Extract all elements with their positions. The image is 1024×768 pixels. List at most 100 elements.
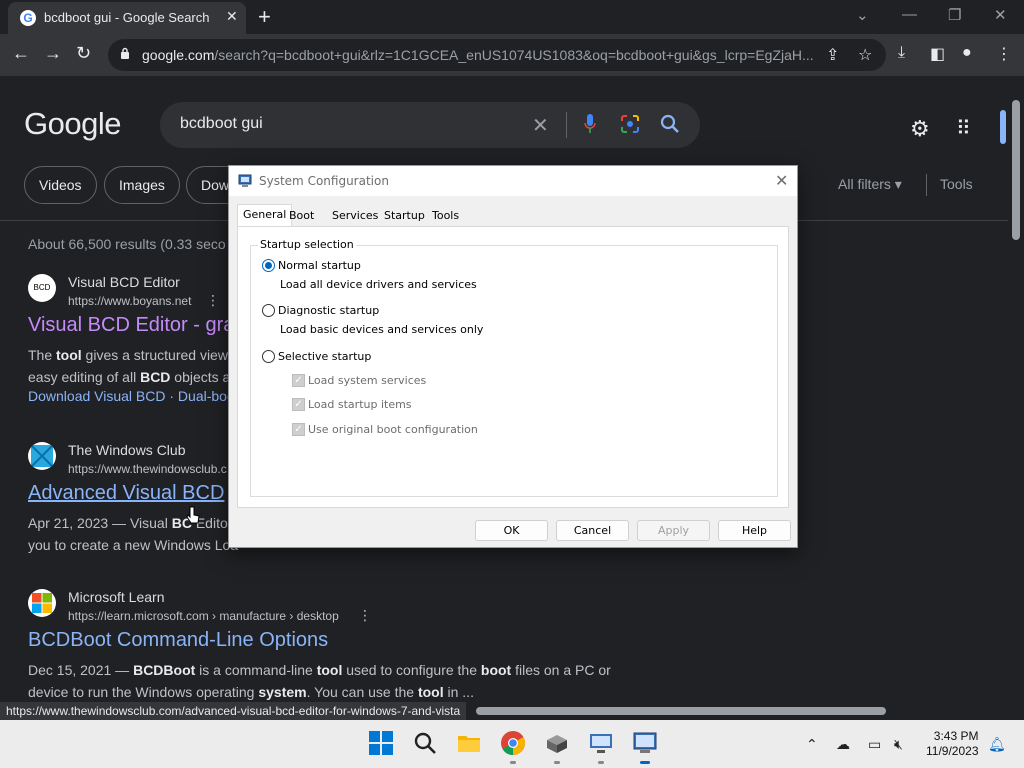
taskbar-clock[interactable]: 3:43 PM 11/9/2023 [926, 729, 979, 759]
clock-time: 3:43 PM [933, 729, 979, 743]
normal-startup-radio[interactable] [262, 259, 275, 272]
bcd-favicon-icon: BCD [28, 274, 56, 302]
diagnostic-startup-radio[interactable] [262, 304, 275, 317]
result-cite[interactable]: https://www.boyans.net [68, 294, 191, 308]
bookmark-star-icon[interactable]: ☆ [858, 45, 872, 65]
snippet-text: . You can use the [306, 684, 418, 700]
browser-tab[interactable]: G bcdboot gui - Google Search ✕ [8, 2, 246, 34]
filter-chip-videos[interactable]: Videos [24, 166, 97, 204]
result-site-name[interactable]: Microsoft Learn [68, 589, 164, 605]
hand-cursor-icon [186, 506, 200, 524]
clear-search-icon[interactable]: ✕ [532, 113, 549, 138]
result-sitelinks[interactable]: Download Visual BCD · Dual-boo [28, 388, 235, 404]
snippet-text: — [111, 662, 134, 678]
normal-startup-label[interactable]: Normal startup [278, 259, 361, 272]
reload-icon[interactable]: ↻ [76, 43, 91, 64]
tab-search-chevron-icon[interactable]: ⌄ [856, 6, 869, 24]
result-cite[interactable]: https://www.thewindowsclub.c [68, 462, 227, 476]
snippet-text: in ... [443, 684, 474, 700]
network-icon[interactable]: ▭ [868, 736, 881, 753]
result-more-icon[interactable]: ⋮ [358, 607, 372, 624]
snippet-bold: tool [56, 347, 82, 363]
diagnostic-startup-label[interactable]: Diagnostic startup [278, 304, 379, 317]
tools-button[interactable]: Tools [940, 176, 973, 192]
google-favicon-icon: G [20, 10, 36, 26]
tab-startup[interactable]: Startup [379, 206, 430, 226]
google-logo[interactable]: Google [24, 106, 121, 142]
dialog-title: System Configuration [259, 174, 389, 188]
windows-start-icon[interactable] [368, 730, 394, 756]
help-button[interactable]: Help [718, 520, 791, 541]
google-lens-icon[interactable] [620, 114, 640, 134]
general-tab-panel: Startup selection Normal startup Load al… [237, 226, 789, 508]
menu-kebab-icon[interactable]: ⋮ [996, 44, 1012, 64]
url-path: /search?q=bcdboot+gui&rlz=1C1GCEA_enUS10… [214, 47, 814, 63]
dialog-close-icon[interactable]: ✕ [775, 171, 788, 190]
search-icon[interactable] [660, 114, 680, 134]
tab-tools[interactable]: Tools [427, 206, 464, 226]
share-icon[interactable]: ⇪ [826, 45, 839, 65]
remote-desktop-icon[interactable] [588, 730, 614, 756]
result-title-link[interactable]: Visual BCD Editor - gra [28, 314, 234, 337]
profile-icon[interactable]: ● [962, 44, 972, 62]
selective-startup-label[interactable]: Selective startup [278, 350, 371, 363]
cancel-button[interactable]: Cancel [556, 520, 629, 541]
result-title-link[interactable]: BCDBoot Command-Line Options [28, 629, 328, 652]
filter-chip-images[interactable]: Images [104, 166, 180, 204]
snippet-bold: BCDBoot [133, 662, 196, 678]
snippet-bold: system [258, 684, 307, 700]
forward-arrow-icon[interactable]: → [44, 43, 62, 64]
volume-muted-icon[interactable]: 🔇︎ [894, 736, 903, 753]
side-panel-icon[interactable]: ◧ [930, 44, 945, 64]
chrome-icon[interactable] [500, 730, 526, 756]
load-system-services-checkbox: ✓ [292, 374, 305, 387]
apply-button[interactable]: Apply [637, 520, 710, 541]
load-system-services-label: Load system services [308, 374, 427, 387]
file-explorer-icon[interactable] [456, 730, 482, 756]
selective-startup-radio[interactable] [262, 350, 275, 363]
settings-gear-icon[interactable]: ⚙ [910, 116, 930, 142]
google-apps-icon[interactable]: ⠿ [956, 116, 971, 141]
msconfig-app-icon [238, 174, 252, 187]
snippet-text: — Visual [108, 515, 172, 531]
cloud-sync-icon[interactable]: ☁ [836, 736, 850, 753]
system-configuration-taskbar-icon[interactable] [632, 730, 658, 756]
ok-button[interactable]: OK [475, 520, 548, 541]
snippet-text: files on a PC or [511, 662, 611, 678]
download-icon[interactable]: ⤓ [898, 44, 905, 62]
search-input[interactable]: bcdboot gui ✕ [160, 102, 700, 148]
notification-bell-icon[interactable]: 🔔︎ [988, 736, 1006, 753]
result-cite[interactable]: https://learn.microsoft.com › manufactur… [68, 609, 339, 623]
new-tab-button[interactable]: + [258, 4, 271, 30]
microphone-icon[interactable] [584, 114, 596, 134]
horizontal-scrollbar-thumb[interactable] [476, 707, 886, 715]
result-more-icon[interactable]: ⋮ [206, 292, 220, 309]
search-query[interactable]: bcdboot gui [180, 115, 263, 133]
vertical-scrollbar[interactable] [1008, 76, 1024, 702]
tab-strip: G bcdboot gui - Google Search ✕ + ⌄ — ❐ … [0, 0, 1024, 34]
vertical-scrollbar-thumb[interactable] [1012, 100, 1020, 240]
dialog-titlebar[interactable]: System Configuration ✕ [229, 166, 797, 196]
restore-icon[interactable]: ❐ [948, 6, 961, 24]
tab-boot[interactable]: Boot [284, 206, 319, 226]
taskbar-search-icon[interactable] [412, 730, 438, 756]
startup-selection-label: Startup selection [258, 238, 356, 251]
system-configuration-active-indicator [640, 761, 650, 764]
snippet-text: The [28, 347, 57, 363]
snippet-date: Apr 21, 2023 [28, 515, 109, 531]
back-arrow-icon[interactable]: ← [12, 43, 30, 64]
horizontal-scrollbar[interactable] [476, 704, 1006, 718]
tab-close-icon[interactable]: ✕ [226, 8, 238, 25]
address-bar[interactable]: google.com/search?q=bcdboot+gui&rlz=1C1G… [108, 39, 886, 71]
result-site-name[interactable]: The Windows Club [68, 442, 186, 458]
setup-app-icon[interactable] [544, 730, 570, 756]
all-filters-button[interactable]: All filters ▾ [838, 176, 902, 193]
minimize-icon[interactable]: — [902, 6, 917, 23]
url-text[interactable]: google.com/search?q=bcdboot+gui&rlz=1C1G… [142, 47, 822, 63]
tab-services[interactable]: Services [327, 206, 383, 226]
result-title-link[interactable]: Advanced Visual BCD [28, 482, 224, 505]
window-close-icon[interactable]: ✕ [994, 6, 1007, 24]
result-site-name[interactable]: Visual BCD Editor [68, 274, 180, 290]
show-hidden-icons-chevron-icon[interactable]: ⌃ [806, 736, 818, 753]
search-result: Microsoft Learn https://learn.microsoft.… [28, 589, 668, 702]
